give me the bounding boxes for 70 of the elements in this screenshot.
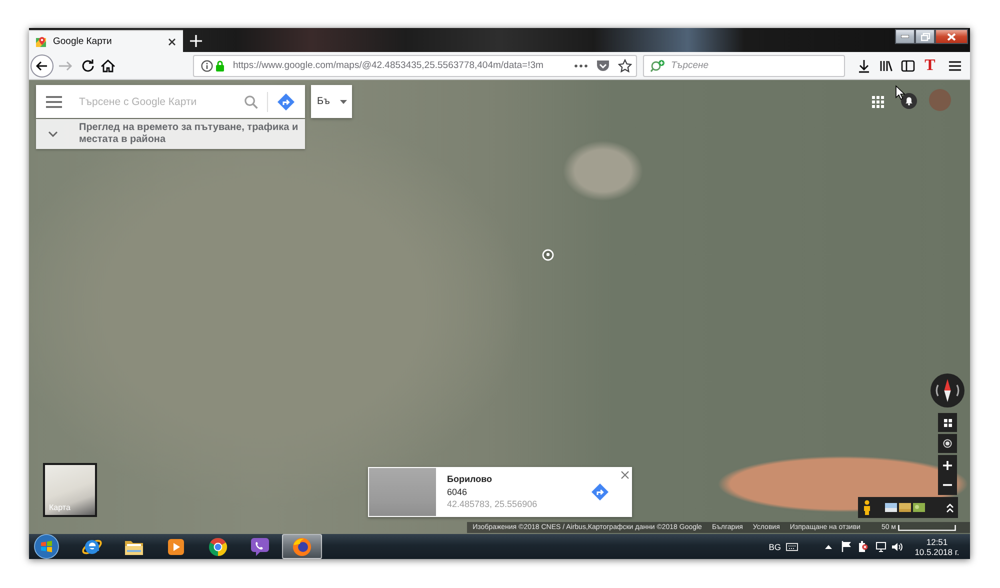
start-icon[interactable] <box>34 534 59 559</box>
apps-grid-icon[interactable] <box>872 96 884 108</box>
satellite-map[interactable] <box>29 80 970 534</box>
pegman-icon[interactable] <box>863 500 871 515</box>
keyboard-icon[interactable] <box>786 542 798 550</box>
close-icon <box>947 32 956 40</box>
imagery-thumbnail-icon[interactable] <box>913 503 925 512</box>
flag-icon[interactable] <box>841 541 852 552</box>
monitor-icon[interactable] <box>876 542 886 552</box>
more-icon[interactable] <box>574 64 588 68</box>
close-button[interactable] <box>935 29 968 44</box>
target-icon <box>943 439 952 448</box>
notifications-icon[interactable] <box>901 93 917 109</box>
back-icon[interactable] <box>30 54 54 78</box>
zoom-out-button[interactable] <box>938 475 957 495</box>
scale-bar-icon <box>898 524 956 530</box>
expand-icon[interactable] <box>946 502 954 512</box>
sidebar-icon[interactable] <box>900 58 916 74</box>
chevron-down-icon[interactable] <box>48 131 58 137</box>
download-icon[interactable] <box>856 58 872 74</box>
star-icon[interactable] <box>618 58 632 72</box>
browser-icon <box>207 536 229 558</box>
location-pin-icon[interactable] <box>542 249 554 261</box>
browser-icon <box>291 536 313 558</box>
restore-icon <box>920 32 930 40</box>
explore-text: Преглед на времето за пътуване, трафика и местата в района <box>79 122 300 146</box>
clock-date[interactable]: 10.5.2018 г. <box>914 546 960 556</box>
new-tab-icon[interactable] <box>190 35 202 47</box>
search-input[interactable]: Търсене <box>671 60 844 71</box>
coordinates: 42.485783, 25.556906 <box>447 498 538 511</box>
directions-icon[interactable] <box>277 92 295 110</box>
directions-icon[interactable] <box>591 483 609 501</box>
mouse-cursor-icon <box>895 85 905 100</box>
close-icon[interactable] <box>168 38 176 46</box>
language-button[interactable]: Бъ <box>311 85 352 118</box>
pocket-icon[interactable] <box>596 59 610 72</box>
browser-tab[interactable]: Google Карти <box>29 30 183 52</box>
minimize-button[interactable] <box>895 29 915 44</box>
chat-bubble-icon <box>249 536 271 558</box>
map-pin-icon <box>35 36 47 48</box>
imagery-thumbnail-icon[interactable] <box>899 503 911 512</box>
minus-icon <box>943 484 952 486</box>
caret-up-icon[interactable] <box>825 544 832 548</box>
restore-button[interactable] <box>915 29 935 44</box>
info-icon[interactable] <box>201 60 213 72</box>
search-box[interactable]: Търсене с Google Карти <box>36 85 305 118</box>
place-name: Борилово <box>447 473 492 486</box>
extension-button[interactable]: T <box>922 56 938 74</box>
explore-panel[interactable]: Преглед на времето за пътуване, трафика и местата в района <box>36 119 305 149</box>
search-icon[interactable] <box>650 58 666 72</box>
plus-icon <box>943 460 952 470</box>
search-input[interactable]: Търсене с Google Карти <box>79 96 244 108</box>
lock-icon <box>215 60 225 72</box>
zoom-in-button[interactable] <box>938 455 957 475</box>
clock-time[interactable]: 12:51 <box>926 536 948 546</box>
input-language[interactable]: BG <box>768 542 781 552</box>
my-location-button[interactable] <box>938 434 957 453</box>
grid-icon <box>944 418 952 426</box>
photo-placeholder <box>369 468 436 516</box>
tilt-button[interactable] <box>938 413 957 432</box>
speaker-icon[interactable] <box>892 542 903 552</box>
address-bar[interactable]: https://www.google.com/maps/@42.4853435,25.5563778,404m/data=!3m <box>193 54 637 76</box>
postal-code: 6046 <box>447 486 468 498</box>
imagery-thumbnail-icon[interactable] <box>885 503 897 512</box>
battery-icon[interactable] <box>858 541 868 552</box>
compass-icon[interactable] <box>930 373 965 408</box>
search-icon[interactable] <box>244 94 258 108</box>
minimize-icon <box>901 35 909 38</box>
caret-down-icon <box>340 100 347 104</box>
search-bar[interactable]: Търсене <box>643 54 845 76</box>
